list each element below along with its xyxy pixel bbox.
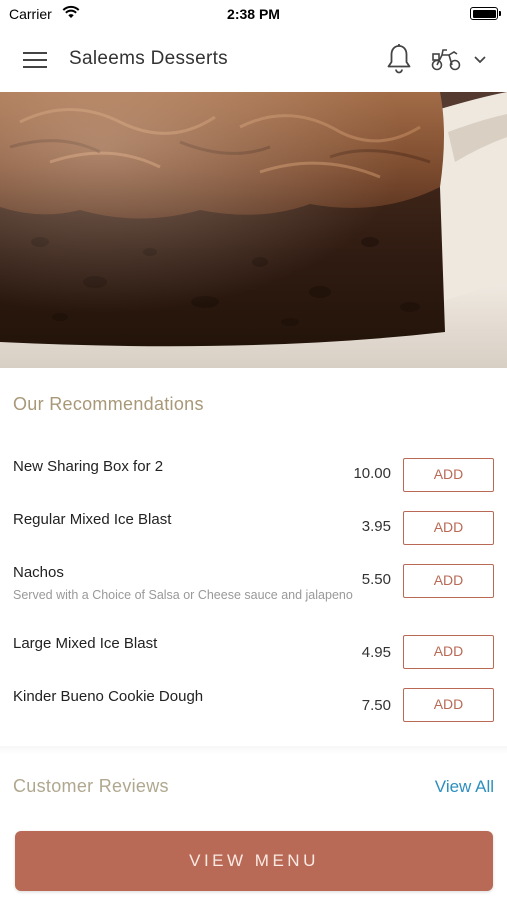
app-title: Saleems Desserts xyxy=(69,48,228,69)
view-all-link[interactable]: View All xyxy=(435,777,494,797)
chocolate-cake-photo xyxy=(0,92,507,368)
status-bar: Carrier 2:38 PM xyxy=(0,0,507,28)
item-price: 7.50 xyxy=(361,697,391,714)
reviews-title: Customer Reviews xyxy=(13,776,169,796)
menu-icon[interactable] xyxy=(23,51,47,69)
hero-image xyxy=(0,92,507,368)
add-button[interactable]: ADD xyxy=(403,635,494,669)
add-button[interactable]: ADD xyxy=(403,564,494,598)
item-price: 4.95 xyxy=(361,644,391,661)
battery-icon xyxy=(470,7,501,20)
recommendations-title: Our Recommendations xyxy=(13,394,204,414)
chevron-down-icon[interactable] xyxy=(472,53,488,65)
item-name: Regular Mixed Ice Blast xyxy=(13,511,172,528)
add-button[interactable]: ADD xyxy=(403,458,494,492)
item-price: 3.95 xyxy=(361,518,391,535)
add-button[interactable]: ADD xyxy=(403,688,494,722)
item-name: Nachos xyxy=(13,564,64,581)
recommendations-section: Our Recommendations New Sharing Box for … xyxy=(0,368,507,746)
item-name: Kinder Bueno Cookie Dough xyxy=(13,688,204,705)
view-menu-button[interactable]: VIEW MENU xyxy=(15,831,493,891)
item-name: Large Mixed Ice Blast xyxy=(13,635,158,652)
item-description: Served with a Choice of Salsa or Cheese … xyxy=(13,588,353,602)
status-time: 2:38 PM xyxy=(227,6,280,22)
section-divider xyxy=(0,746,507,754)
add-button[interactable]: ADD xyxy=(403,511,494,545)
delivery-scooter-icon[interactable] xyxy=(430,46,462,72)
app-header: Saleems Desserts xyxy=(0,28,507,92)
item-price: 10.00 xyxy=(353,465,391,482)
bell-icon[interactable] xyxy=(385,43,413,75)
item-name: New Sharing Box for 2 xyxy=(13,458,164,475)
item-price: 5.50 xyxy=(361,571,391,588)
